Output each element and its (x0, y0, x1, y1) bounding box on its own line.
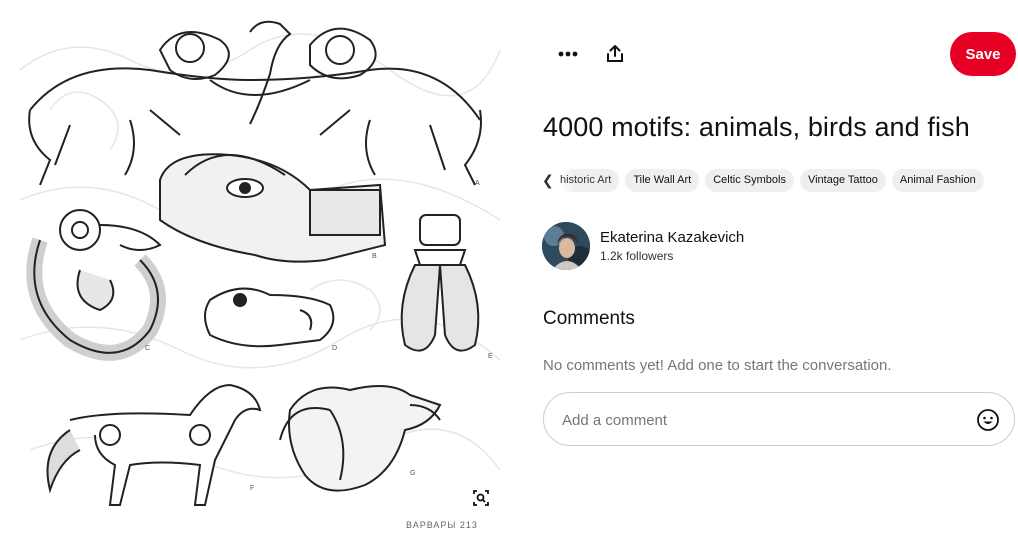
follower-count: 1.2k followers (600, 249, 674, 263)
comment-box[interactable] (543, 392, 1015, 446)
svg-text:D: D (332, 345, 337, 352)
svg-text:E: E (488, 353, 493, 360)
svg-text:F: F (250, 485, 254, 492)
svg-text:C: C (145, 345, 150, 352)
tag-chip[interactable]: historic Art (560, 168, 620, 192)
tag-chip[interactable]: Vintage Tattoo (799, 168, 886, 192)
motif-c (26, 209, 166, 361)
share-button[interactable] (597, 36, 633, 72)
tag-carousel: ❮ historic Art Tile Wall Art Celtic Symb… (542, 168, 1018, 192)
visual-search-button[interactable] (468, 485, 494, 511)
avatar[interactable] (542, 222, 590, 270)
share-icon (607, 45, 623, 62)
svg-text:B: B (372, 253, 377, 260)
emoji-icon[interactable] (976, 408, 1000, 432)
motif-e (400, 214, 480, 352)
tag-chip[interactable]: Celtic Symbols (705, 168, 794, 192)
motif-f (46, 383, 262, 506)
ellipsis-icon (558, 51, 578, 57)
comment-input[interactable] (560, 405, 954, 435)
pin-image[interactable]: A B C D E F G (10, 10, 510, 535)
svg-text:G: G (410, 470, 415, 477)
motif-b (159, 153, 387, 263)
tag-chip[interactable]: Animal Fashion (891, 168, 984, 192)
image-page-caption: ВАРВАРЫ 213 (406, 520, 478, 530)
pin-title: 4000 motifs: animals, birds and fish (543, 112, 970, 142)
save-button[interactable]: Save (950, 32, 1016, 76)
more-options-button[interactable] (550, 36, 586, 72)
visual-search-icon (473, 490, 489, 506)
motif-d (204, 287, 335, 348)
pin-details-panel: Save 4000 motifs: animals, birds and fis… (520, 0, 1018, 540)
creator-name[interactable]: Ekaterina Kazakevich (600, 229, 744, 246)
avatar-image (542, 222, 590, 270)
motif-g (279, 385, 442, 492)
chevron-left-icon[interactable]: ❮ (542, 172, 554, 189)
comments-heading: Comments (543, 308, 635, 329)
svg-text:A: A (475, 180, 480, 187)
creator-card[interactable]: Ekaterina Kazakevich 1.2k followers (542, 222, 744, 270)
no-comments-text: No comments yet! Add one to start the co… (543, 357, 892, 374)
tag-chip[interactable]: Tile Wall Art (625, 168, 700, 192)
pin-image-panel: A B C D E F G ВАРВАРЫ 213 (0, 0, 520, 540)
